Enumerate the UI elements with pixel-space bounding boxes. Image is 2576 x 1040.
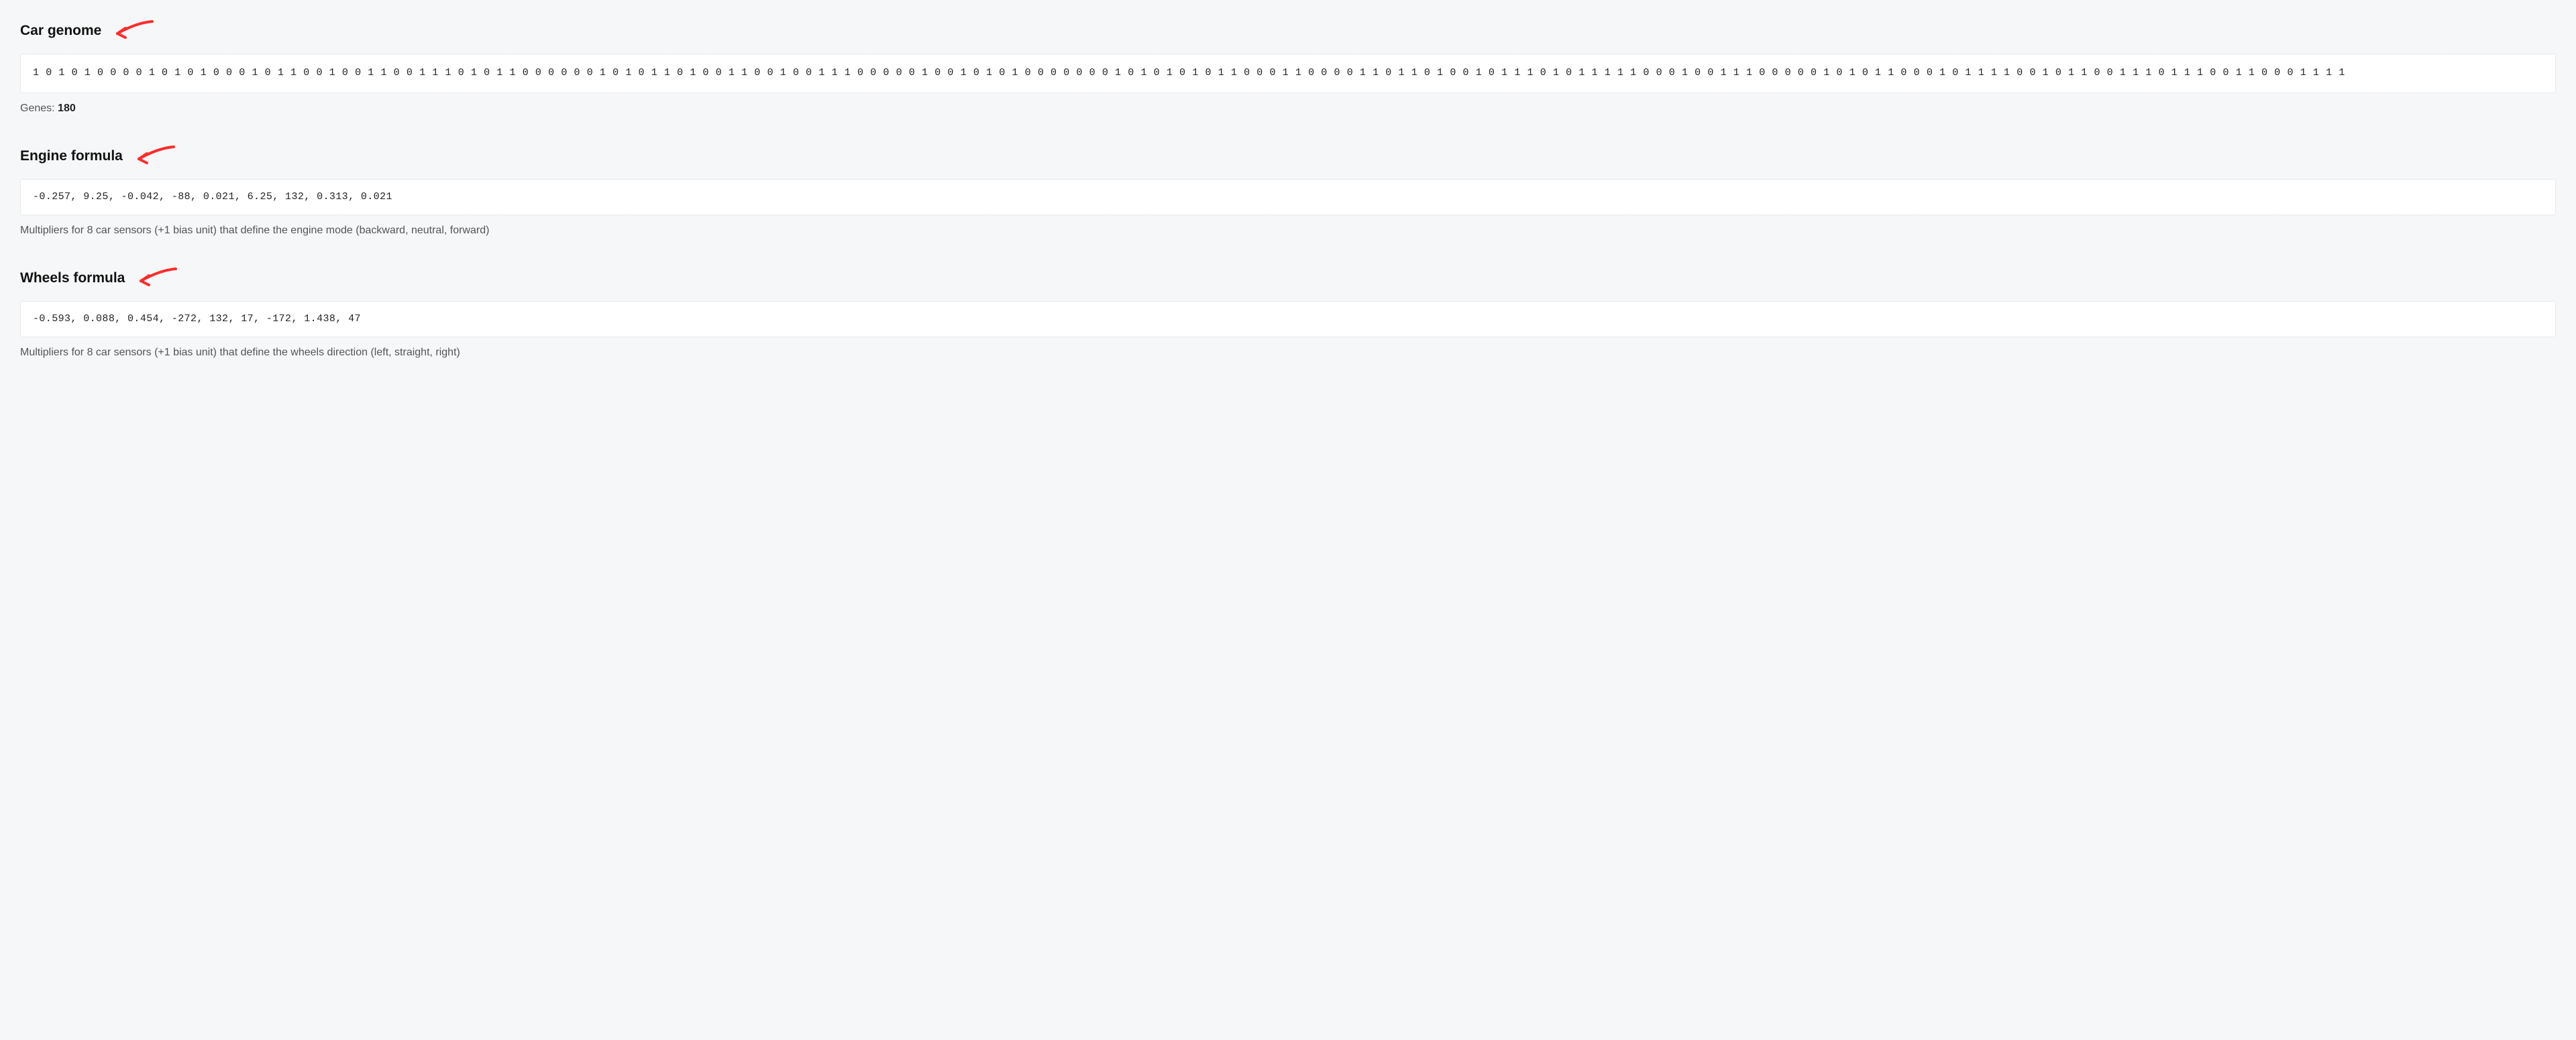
- arrow-icon: [132, 144, 179, 168]
- car-genome-section: Car genome 1 0 1 0 1 0 0 0 0 1 0 1 0 1 0…: [20, 19, 2556, 115]
- wheels-formula-title: Wheels formula: [20, 270, 125, 286]
- genes-meta: Genes: 180: [20, 103, 2556, 115]
- wheels-formula-description: Multipliers for 8 car sensors (+1 bias u…: [20, 347, 2556, 359]
- engine-formula-values: -0.257, 9.25, -0.042, -88, 0.021, 6.25, …: [20, 179, 2556, 215]
- car-genome-title: Car genome: [20, 23, 101, 39]
- car-genome-heading-row: Car genome: [20, 19, 2556, 43]
- engine-formula-description: Multipliers for 8 car sensors (+1 bias u…: [20, 225, 2556, 237]
- wheels-formula-values: -0.593, 0.088, 0.454, -272, 132, 17, -17…: [20, 301, 2556, 337]
- arrow-icon: [111, 19, 158, 43]
- engine-formula-title: Engine formula: [20, 148, 123, 164]
- arrow-icon: [134, 266, 181, 290]
- genes-count: 180: [58, 103, 76, 114]
- engine-formula-section: Engine formula -0.257, 9.25, -0.042, -88…: [20, 144, 2556, 237]
- wheels-formula-heading-row: Wheels formula: [20, 266, 2556, 290]
- wheels-formula-section: Wheels formula -0.593, 0.088, 0.454, -27…: [20, 266, 2556, 359]
- car-genome-bits: 1 0 1 0 1 0 0 0 0 1 0 1 0 1 0 0 0 1 0 1 …: [20, 54, 2556, 93]
- engine-formula-heading-row: Engine formula: [20, 144, 2556, 168]
- genes-label: Genes:: [20, 103, 55, 114]
